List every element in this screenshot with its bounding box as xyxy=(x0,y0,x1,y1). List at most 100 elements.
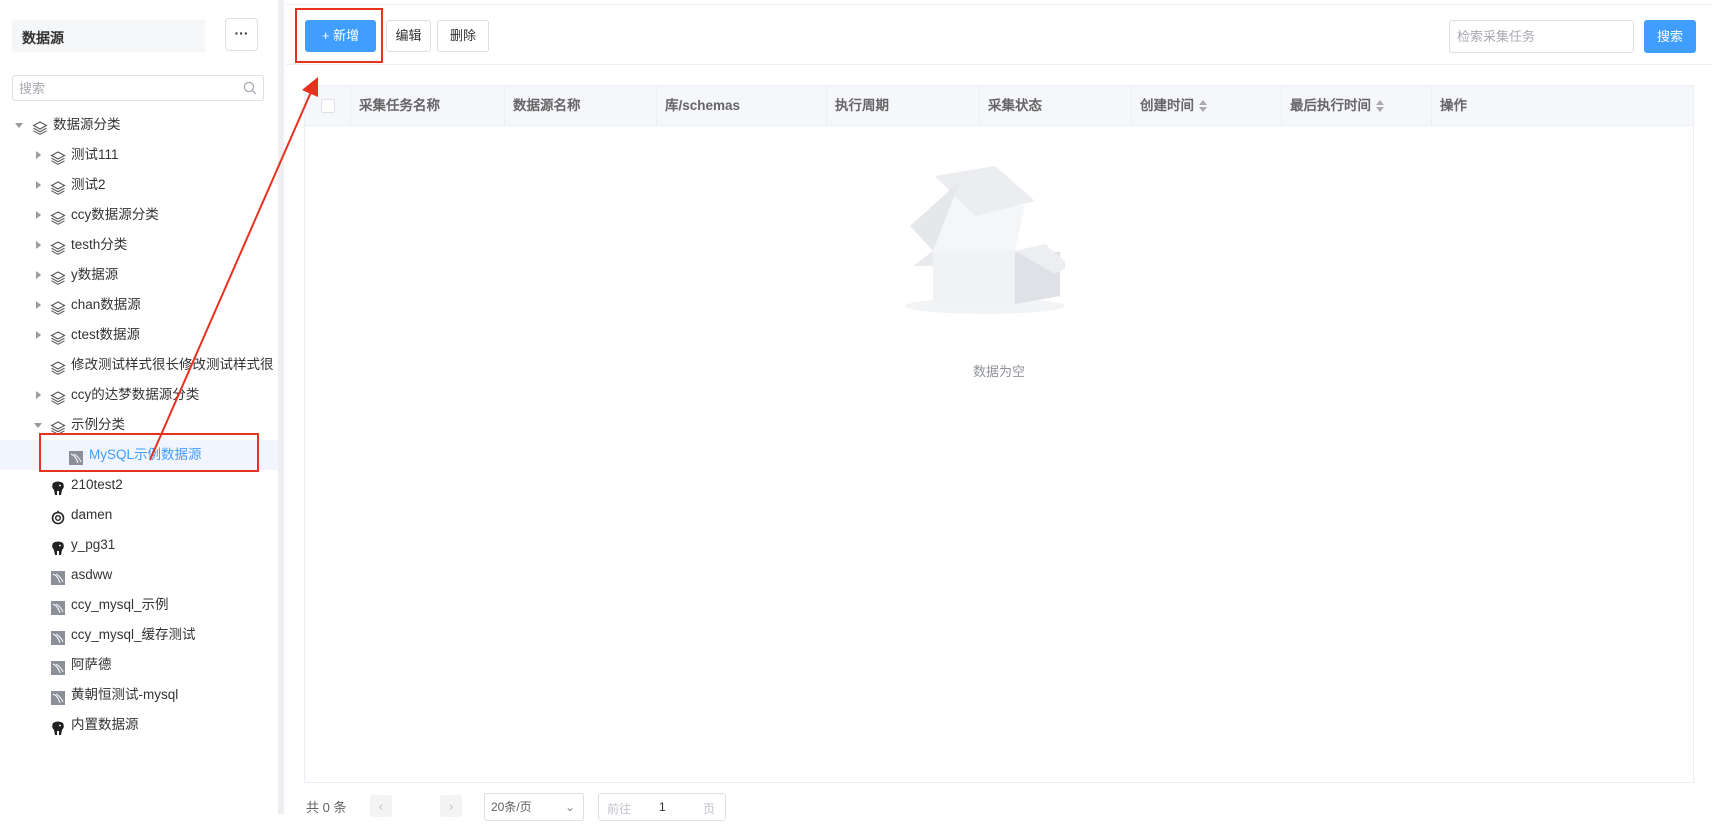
tree-node-category[interactable]: 修改测试样式很长修改测试样式很 xyxy=(0,350,282,380)
tree-node-label: asdww xyxy=(71,567,113,582)
sort-icon[interactable] xyxy=(1376,100,1385,113)
search-icon[interactable] xyxy=(243,81,257,98)
caret-right-icon[interactable] xyxy=(36,151,41,159)
column-header-label: 最后执行时间 xyxy=(1290,98,1371,113)
sort-icon[interactable] xyxy=(1199,100,1208,113)
tree-node-datasource[interactable]: ccy_mysql_缓存测试 xyxy=(0,620,282,650)
tree-node-label: 示例分类 xyxy=(71,417,125,432)
edit-button[interactable]: 编辑 xyxy=(386,20,431,52)
caret-right-icon[interactable] xyxy=(36,241,41,249)
page-size-value: 20条/页 xyxy=(491,800,532,814)
add-button[interactable]: + 新增 xyxy=(305,20,376,52)
tree-node-label: 修改测试样式很长修改测试样式很 xyxy=(71,357,274,372)
chevron-down-icon: ⌄ xyxy=(564,800,575,814)
column-header: 数据源名称 xyxy=(505,86,657,125)
tree-node-category[interactable]: 示例分类 xyxy=(0,410,282,440)
layers-icon xyxy=(50,237,66,255)
delete-button[interactable]: 删除 xyxy=(437,20,489,52)
caret-right-icon[interactable] xyxy=(36,211,41,219)
select-all-column xyxy=(305,86,351,125)
page-size-select[interactable]: 20条/页 ⌄ xyxy=(484,793,584,821)
layers-icon xyxy=(50,177,66,195)
tree-node-datasource[interactable]: 内置数据源 xyxy=(0,710,282,740)
tree-node-category[interactable]: 测试2 xyxy=(0,170,282,200)
tree-node-label: ctest数据源 xyxy=(71,327,141,342)
postgresql-elephant-icon xyxy=(50,537,66,555)
column-header: 采集状态 xyxy=(980,86,1132,125)
select-all-checkbox[interactable] xyxy=(321,99,335,113)
caret-down-icon[interactable] xyxy=(15,123,23,128)
layers-icon xyxy=(50,267,66,285)
column-header-label: 创建时间 xyxy=(1140,98,1194,113)
tree-node-label: ccy_mysql_缓存测试 xyxy=(71,627,196,642)
task-search-field xyxy=(1449,20,1634,53)
tree-node-label: y_pg31 xyxy=(71,537,116,552)
goto-suffix: 页 xyxy=(703,802,716,816)
tree-node-datasource[interactable]: y_pg31 xyxy=(0,530,282,560)
column-header: 采集任务名称 xyxy=(351,86,505,125)
tree-node-root[interactable]: 数据源分类 xyxy=(0,110,282,140)
column-header: 执行周期 xyxy=(827,86,980,125)
tree-node-label: 黄朝恒测试-mysql xyxy=(71,687,179,702)
caret-down-icon[interactable] xyxy=(34,423,42,428)
task-table: 采集任务名称 数据源名称 库/schemas 执行周期 采集状态 创建时间 最后… xyxy=(304,85,1694,783)
caret-right-icon[interactable] xyxy=(36,181,41,189)
caret-right-icon[interactable] xyxy=(36,271,41,279)
tree-node-datasource[interactable]: asdww xyxy=(0,560,282,590)
tree-node-label: 阿萨德 xyxy=(71,657,112,672)
search-button[interactable]: 搜索 xyxy=(1644,20,1696,53)
tree-node-category[interactable]: ccy数据源分类 xyxy=(0,200,282,230)
caret-right-icon[interactable] xyxy=(36,331,41,339)
main-panel: + 新增 编辑 删除 搜索 采集任务名称 数据源名称 库/schemas 执行周… xyxy=(286,0,1712,821)
tree-node-datasource-selected[interactable]: MySQL示例数据源 xyxy=(0,440,282,470)
tree-node-label: damen xyxy=(71,507,113,522)
tree-node-category[interactable]: ctest数据源 xyxy=(0,320,282,350)
tree-node-datasource[interactable]: 210test2 xyxy=(0,470,282,500)
empty-box-illustration xyxy=(905,156,1070,319)
layers-icon xyxy=(50,357,66,375)
mysql-icon xyxy=(50,597,66,615)
sidebar-search xyxy=(12,75,264,101)
goto-page: 前往 1 页 xyxy=(598,793,726,821)
sidebar-title: 数据源 xyxy=(22,30,64,46)
caret-right-icon[interactable] xyxy=(36,391,41,399)
column-header-sortable[interactable]: 创建时间 xyxy=(1132,86,1282,125)
tree-node-category[interactable]: chan数据源 xyxy=(0,290,282,320)
tree-node-datasource[interactable]: 黄朝恒测试-mysql xyxy=(0,680,282,710)
sidebar-resize-handle[interactable] xyxy=(278,0,284,814)
tree-node-datasource[interactable]: 阿萨德 xyxy=(0,650,282,680)
tree-node-label: y数据源 xyxy=(71,267,119,282)
task-search-input[interactable] xyxy=(1450,21,1634,52)
caret-right-icon[interactable] xyxy=(36,301,41,309)
datasource-tree: 数据源分类 测试111 测试2 ccy数据源分类 testh分类 y数据源 ch… xyxy=(0,110,282,740)
layers-icon xyxy=(32,117,48,135)
table-header: 采集任务名称 数据源名称 库/schemas 执行周期 采集状态 创建时间 最后… xyxy=(305,86,1693,126)
tree-node-datasource[interactable]: ccy_mysql_示例 xyxy=(0,590,282,620)
layers-icon xyxy=(50,147,66,165)
tree-node-category[interactable]: testh分类 xyxy=(0,230,282,260)
goto-page-input[interactable]: 1 xyxy=(659,800,666,814)
mysql-icon xyxy=(68,447,84,465)
tree-node-label: chan数据源 xyxy=(71,297,141,312)
mysql-icon xyxy=(50,567,66,585)
column-header-sortable[interactable]: 最后执行时间 xyxy=(1282,86,1432,125)
mysql-icon xyxy=(50,687,66,705)
tree-node-label: ccy_mysql_示例 xyxy=(71,597,169,612)
sidebar-search-input[interactable] xyxy=(13,76,240,100)
layers-icon xyxy=(50,387,66,405)
tree-node-label: 测试111 xyxy=(71,147,119,162)
tree-node-category[interactable]: 测试111 xyxy=(0,140,282,170)
tree-node-label: 210test2 xyxy=(71,477,123,492)
postgresql-elephant-icon xyxy=(50,477,66,495)
column-header: 库/schemas xyxy=(657,86,827,125)
tree-node-category[interactable]: y数据源 xyxy=(0,260,282,290)
top-divider xyxy=(286,4,1712,5)
tree-node-datasource[interactable]: damen xyxy=(0,500,282,530)
tree-node-category[interactable]: ccy的达梦数据源分类 xyxy=(0,380,282,410)
tree-node-label: 内置数据源 xyxy=(71,717,139,732)
tree-node-label: 数据源分类 xyxy=(53,117,121,132)
column-header: 操作 xyxy=(1440,98,1467,113)
pagination-total: 共 0 条 xyxy=(306,800,347,815)
more-button[interactable]: ··· xyxy=(225,18,258,51)
mysql-icon xyxy=(50,657,66,675)
